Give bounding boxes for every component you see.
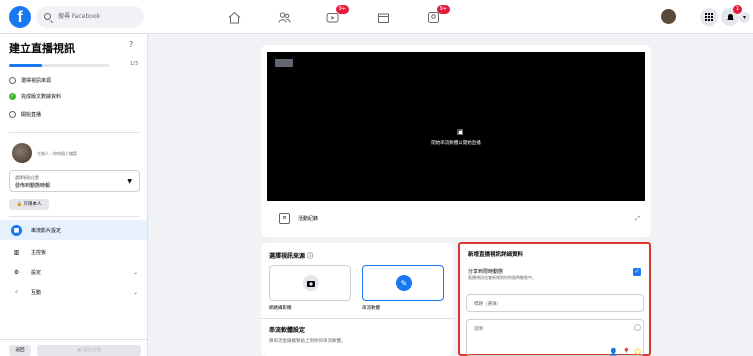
pending-step-icon	[9, 111, 16, 118]
dashboard-icon: ▥	[13, 248, 20, 256]
groups-icon[interactable]: 9+	[425, 5, 450, 25]
webcam-label: 網路攝影機	[269, 306, 292, 311]
chevron-down-icon: ⌄	[132, 268, 138, 276]
location-pin-icon[interactable]: 📍	[622, 348, 631, 356]
video-off-icon: ▣	[457, 128, 464, 136]
live-details-card: 新增直播視訊詳細資料 分享到限時動態 直播視訊也會新增到你的限時動態中。 ✓ 標…	[458, 242, 651, 356]
help-icon[interactable]: ?	[129, 40, 133, 49]
stream-settings-desc: 將串流金鑰複製貼上到你的串流軟體。	[269, 339, 346, 344]
live-tag	[275, 59, 293, 67]
sidebar-footer: 返回 ▣ 開始直播	[0, 339, 147, 356]
menu-label: 主控板	[31, 249, 47, 256]
facebook-logo[interactable]: f	[9, 6, 31, 28]
select-label: 選擇張貼位置	[15, 175, 39, 180]
privacy-button[interactable]: 🔒 只限本人	[9, 199, 49, 210]
share-story-checkbox[interactable]: ✓	[633, 268, 641, 276]
divider	[9, 132, 139, 133]
post-location-select[interactable]: 選擇張貼位置 發佈到動態時報 ▼	[9, 170, 140, 192]
expand-icon[interactable]: ⤢	[635, 215, 640, 223]
activity-log-link[interactable]: 活動紀錄	[298, 215, 318, 222]
tag-people-icon[interactable]: 👤	[609, 348, 618, 356]
search-icon	[44, 13, 51, 20]
menu-item-interaction[interactable]: ⁘ 互動 ⌄	[0, 282, 147, 302]
menu-label: 設定	[31, 269, 42, 276]
live-setup-sidebar: 建立直播視訊 ? 1/3 選擇視訊來源 ✓ 完成版文數據資料 開始直播 主辦人・你…	[0, 34, 148, 356]
notification-icon[interactable]: 1	[721, 5, 742, 26]
watch-badge: 9+	[335, 5, 349, 14]
go-live-label: 開始直播	[82, 348, 101, 353]
feeling-icon[interactable]: ☺	[634, 348, 641, 356]
title-input[interactable]: 標題（選填）	[466, 294, 644, 312]
host-label: 主辦人・你的個人檔案	[37, 151, 77, 156]
video-source-card: 選擇視訊來源 ⓘ ✎ 網路攝影機 串流軟體 串流軟體設定 將串流金鑰複製貼上到你…	[261, 243, 453, 356]
search-placeholder: 搜尋 Facebook	[58, 13, 101, 20]
go-live-button[interactable]: ▣ 開始直播	[37, 345, 141, 356]
video-message: 開始串流軟體以開始直播	[431, 141, 481, 146]
video-preview-card: ▣ 開始串流軟體以開始直播 ≡ 活動紀錄 ⤢	[261, 45, 651, 237]
divider	[9, 216, 139, 217]
pending-step-icon	[9, 77, 16, 84]
menu-label: 互動	[31, 289, 42, 296]
activity-log-icon[interactable]: ≡	[279, 213, 290, 224]
progress-fill	[9, 64, 42, 67]
back-button[interactable]: 返回	[9, 345, 31, 356]
streaming-software-label: 串流軟體	[362, 306, 380, 311]
menu-item-stream-settings[interactable]: ■ 串流影片設定	[0, 220, 147, 240]
marketplace-icon[interactable]	[375, 9, 391, 25]
progress-text: 1/3	[130, 61, 139, 67]
setup-progress-bar	[9, 64, 109, 67]
menu-item-dashboard[interactable]: ▥ 主控板	[0, 242, 147, 262]
webcam-option[interactable]	[269, 265, 351, 301]
step-label: 完成版文數據資料	[21, 94, 62, 100]
stream-key-icon: ✎	[396, 275, 412, 291]
profile-avatar[interactable]	[661, 9, 676, 24]
share-story-sub: 直播視訊也會新增到你的限時動態中。	[468, 275, 536, 280]
chevron-down-icon: ⌄	[132, 288, 138, 296]
streaming-software-option[interactable]: ✎	[362, 265, 444, 301]
search-input[interactable]: 搜尋 Facebook	[36, 6, 144, 28]
step-label: 選擇視訊來源	[21, 78, 52, 84]
account-chevron-icon[interactable]: ▾	[739, 12, 750, 23]
share-story-label: 分享到限時動態	[468, 269, 504, 275]
step-label: 開始直播	[21, 112, 42, 118]
gear-icon: ⚙	[13, 268, 20, 276]
divider	[261, 318, 453, 319]
video-camera-icon: ■	[11, 224, 22, 236]
dropdown-arrow-icon: ▼	[127, 178, 132, 185]
title-placeholder: 標題（選填）	[474, 302, 501, 307]
source-title: 選擇視訊來源 ⓘ	[269, 253, 314, 260]
step-details: ✓ 完成版文數據資料	[9, 93, 61, 100]
page-title: 建立直播視訊	[9, 42, 75, 55]
groups-badge: 9+	[436, 5, 450, 14]
menu-grid-icon[interactable]	[700, 8, 718, 26]
menu-item-settings[interactable]: ⚙ 設定 ⌄	[0, 262, 147, 282]
privacy-label: 只限本人	[23, 202, 42, 207]
friends-icon[interactable]	[276, 9, 292, 25]
description-placeholder: 說明	[474, 327, 483, 332]
stream-settings-title: 串流軟體設定	[269, 327, 306, 334]
top-navigation-bar: f 搜尋 Facebook 9+ 9+ 1 ▾	[0, 0, 753, 34]
interaction-icon: ⁘	[13, 288, 20, 296]
check-icon: ✓	[9, 93, 16, 100]
step-select-source: 選擇視訊來源	[9, 77, 51, 84]
details-title: 新增直播視訊詳細資料	[468, 252, 524, 258]
user-avatar	[12, 143, 32, 163]
video-preview: ▣ 開始串流軟體以開始直播	[267, 52, 645, 201]
emoji-icon[interactable]	[634, 324, 641, 331]
watch-icon[interactable]: 9+	[324, 5, 349, 25]
camera-icon	[303, 275, 319, 291]
home-icon[interactable]	[226, 9, 242, 25]
info-icon[interactable]: ⓘ	[307, 253, 313, 260]
menu-label: 串流影片設定	[31, 227, 62, 234]
step-go-live: 開始直播	[9, 111, 41, 118]
select-value: 發佈到動態時報	[15, 183, 51, 189]
description-input[interactable]: 說明 👤 📍 ☺	[466, 319, 644, 356]
